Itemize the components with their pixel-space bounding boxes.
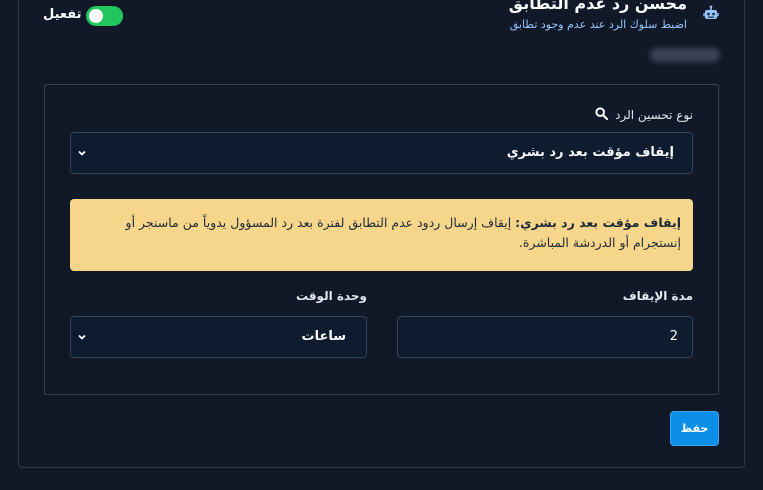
toggle-label: تفعيل: [43, 7, 82, 22]
chevron-down-icon: [78, 150, 86, 156]
toggle-knob: [89, 9, 103, 23]
improvement-type-select[interactable]: إيقاف مؤقت بعد رد بشري: [70, 132, 693, 174]
robot-icon: [703, 5, 719, 19]
card-subtitle: اضبط سلوك الرد عند عدم وجود تطابق: [509, 18, 687, 31]
improvement-type-label: نوع تحسين الرد: [615, 108, 693, 122]
pause-duration-label: مدة الإيقاف: [622, 289, 693, 303]
save-button[interactable]: حفظ: [670, 411, 719, 446]
enable-toggle[interactable]: [86, 6, 123, 26]
time-unit-value: ساعات: [301, 329, 347, 344]
chevron-down-icon: [78, 334, 86, 340]
pause-duration-value: 2: [669, 329, 678, 344]
card-title: محسن رد عدم التطابق: [508, 0, 687, 13]
pause-duration-input[interactable]: 2: [397, 316, 693, 358]
info-notice: إيقاف مؤقت بعد رد بشري: إيقاف إرسال ردود…: [70, 199, 693, 271]
improvement-type-value: إيقاف مؤقت بعد رد بشري: [506, 145, 674, 160]
time-unit-label: وحدة الوقت: [295, 289, 367, 303]
time-unit-select[interactable]: ساعات: [70, 316, 367, 358]
notice-title: إيقاف مؤقت بعد رد بشري:: [515, 215, 681, 230]
search-icon: [595, 107, 608, 120]
blurred-tag: [650, 48, 720, 62]
